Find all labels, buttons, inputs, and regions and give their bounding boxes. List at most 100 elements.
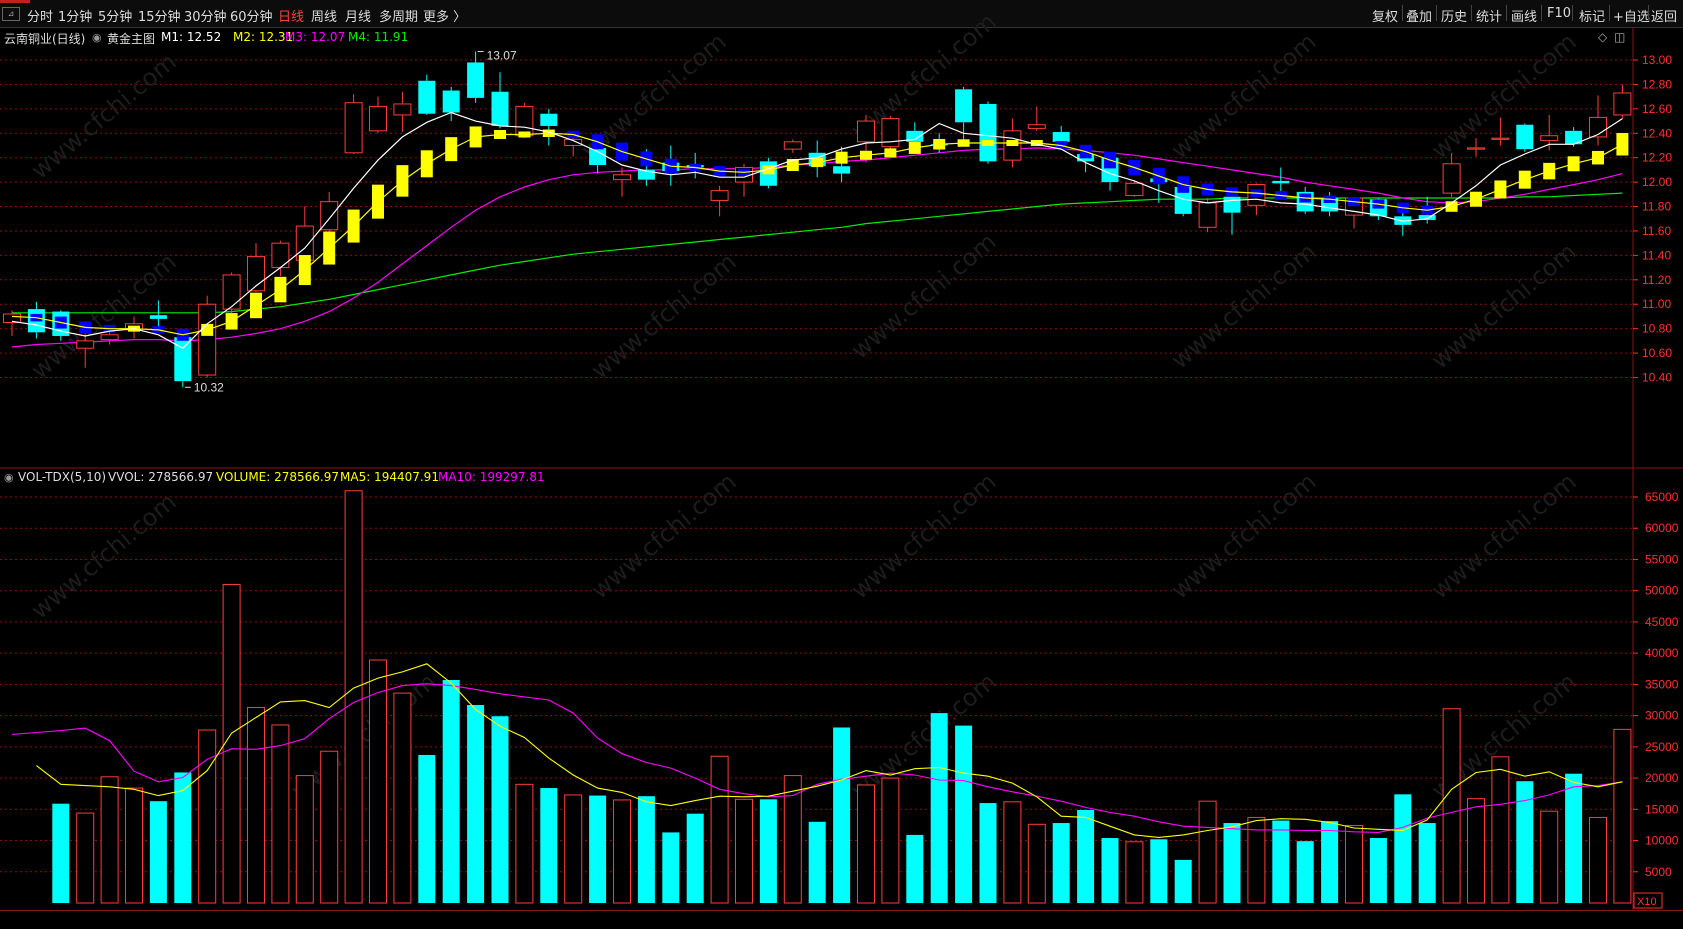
volume-bar-down: [662, 832, 680, 903]
volume-bar-up: [710, 755, 729, 904]
volume-bar-down: [1565, 773, 1583, 903]
volume-bar-up: [1027, 823, 1046, 904]
candle-body-up: [393, 103, 412, 116]
volume-indicator-header: ◉ VOL-TDX(5,10) VVOL: 278566.97 VOLUME: …: [0, 468, 1660, 488]
volume-bar-down: [833, 727, 851, 903]
date-axis-bar: [0, 910, 1683, 929]
candle-body-down: [540, 113, 558, 126]
volume-bar-down: [686, 813, 704, 903]
diamond-icon[interactable]: ◇: [1598, 30, 1607, 44]
price-axis-label: 11.60: [1642, 224, 1671, 238]
candle-body-up: [857, 120, 875, 143]
vvol-value: VVOL: 278566.97: [108, 470, 214, 484]
candle-body-up: [3, 313, 21, 324]
candle-body-down: [418, 80, 436, 114]
vol-toggle-icon[interactable]: ◉: [4, 471, 14, 484]
price-axis-label: 13.00: [1642, 53, 1672, 67]
candle-body-up: [1027, 124, 1046, 129]
watermark-text: www.cfchi.com: [1166, 237, 1322, 374]
watermark-text: www.cfchi.com: [1166, 467, 1322, 604]
candle-body-up: [1491, 137, 1510, 140]
volume-bar-down: [1150, 839, 1168, 903]
volume-bar-down: [52, 803, 70, 903]
volume-axis-label: 50000: [1645, 584, 1679, 598]
volume-bar-up: [515, 783, 534, 904]
volume-bar-up: [1491, 756, 1510, 904]
volume-bar-up: [1198, 800, 1217, 904]
candle-body-down: [1223, 196, 1241, 213]
volume-bar-down: [979, 803, 997, 903]
volume-bar-up: [1345, 825, 1363, 904]
indicator-name[interactable]: 黄金主图: [107, 30, 155, 47]
candle-body-down: [1272, 180, 1290, 184]
candle-body-up: [271, 242, 290, 269]
volume-bar-down: [589, 795, 607, 903]
kline-chart[interactable]: www.cfchi.com www.cfchi.com www.cfchi.com w…: [0, 0, 1683, 928]
volume-bar-down: [1394, 794, 1412, 903]
volume-bar-down: [1321, 821, 1339, 903]
volume-bar-up: [1589, 816, 1607, 904]
volume-unit-label: X10: [1637, 896, 1657, 908]
volume-bar-down: [1052, 823, 1070, 903]
volume-axis-label: 55000: [1645, 552, 1679, 566]
volume-bar-up: [344, 490, 363, 904]
candle-body-down: [1516, 124, 1534, 150]
volume-bar-down: [1296, 841, 1314, 903]
volume-value: VOLUME: 278566.97: [216, 470, 339, 484]
volume-axis-label: 30000: [1645, 709, 1679, 723]
volume-bar-up: [247, 706, 265, 904]
volume-bar-down: [759, 799, 777, 903]
m2-signal-block: [1616, 133, 1629, 156]
watermark-text: www.cfchi.com: [586, 467, 742, 604]
candle-body-down: [955, 89, 973, 123]
volume-axis-label: 20000: [1645, 771, 1679, 785]
vol-indicator-name[interactable]: VOL-TDX(5,10): [18, 470, 106, 484]
volume-axis-label: 15000: [1645, 802, 1679, 816]
volume-axis-label: 5000: [1645, 865, 1672, 879]
volume-layer: [11, 490, 1632, 904]
volume-bar-up: [271, 724, 290, 904]
indicator-toggle-icon[interactable]: ◉: [92, 31, 102, 44]
watermark-text: www.cfchi.com: [1426, 237, 1582, 374]
volume-bar-up: [100, 776, 119, 904]
volume-bar-down: [955, 725, 973, 903]
volume-bar-down: [467, 704, 485, 903]
candle-body-up: [613, 174, 631, 181]
price-axis-label: 12.20: [1642, 151, 1672, 165]
watermark-text: www.cfchi.com: [586, 247, 742, 384]
candle-body-down: [979, 103, 997, 162]
watermark-text: www.cfchi.com: [26, 47, 182, 184]
volume-axis-label: 35000: [1645, 677, 1679, 691]
ma10-value: MA10: 199297.81: [438, 470, 545, 484]
candle-body-up: [1125, 182, 1144, 197]
volume-bar-up: [735, 798, 753, 904]
watermark-text: www.cfchi.com: [1166, 27, 1322, 164]
candle-body-up: [1540, 135, 1559, 142]
volume-bar-down: [1174, 859, 1192, 903]
volume-bar-up: [295, 775, 314, 904]
candle-body-down: [1052, 132, 1070, 142]
price-axis-label: 10.80: [1642, 322, 1672, 336]
volume-bar-down: [1418, 823, 1436, 903]
volume-bar-down: [1101, 838, 1119, 903]
price-axis-label: 12.00: [1642, 175, 1672, 189]
price-axis-label: 12.40: [1642, 126, 1672, 140]
candle-body-up: [222, 274, 241, 310]
candle-body-down: [442, 90, 460, 113]
volume-bar-down: [808, 821, 826, 903]
watermark-layer: www.cfchi.com www.cfchi.com www.cfchi.com w…: [26, 7, 1582, 804]
candle-body-up: [1613, 92, 1632, 116]
low-annotation: 10.32: [194, 380, 224, 394]
candle-body-down: [467, 62, 485, 98]
window-icon[interactable]: ◫: [1614, 30, 1625, 44]
volume-axis-label: 65000: [1645, 490, 1679, 504]
price-axis-label: 10.40: [1642, 371, 1672, 385]
volume-bar-up: [76, 812, 95, 904]
price-axis-label: 12.80: [1642, 77, 1672, 91]
m3-value: M3: 12.07: [285, 30, 346, 44]
volume-axis-label: 60000: [1645, 521, 1679, 535]
volume-bar-down: [906, 834, 924, 903]
volume-bar-up: [369, 659, 387, 904]
candle-body-down: [491, 91, 509, 126]
volume-bar-down: [1272, 820, 1290, 903]
